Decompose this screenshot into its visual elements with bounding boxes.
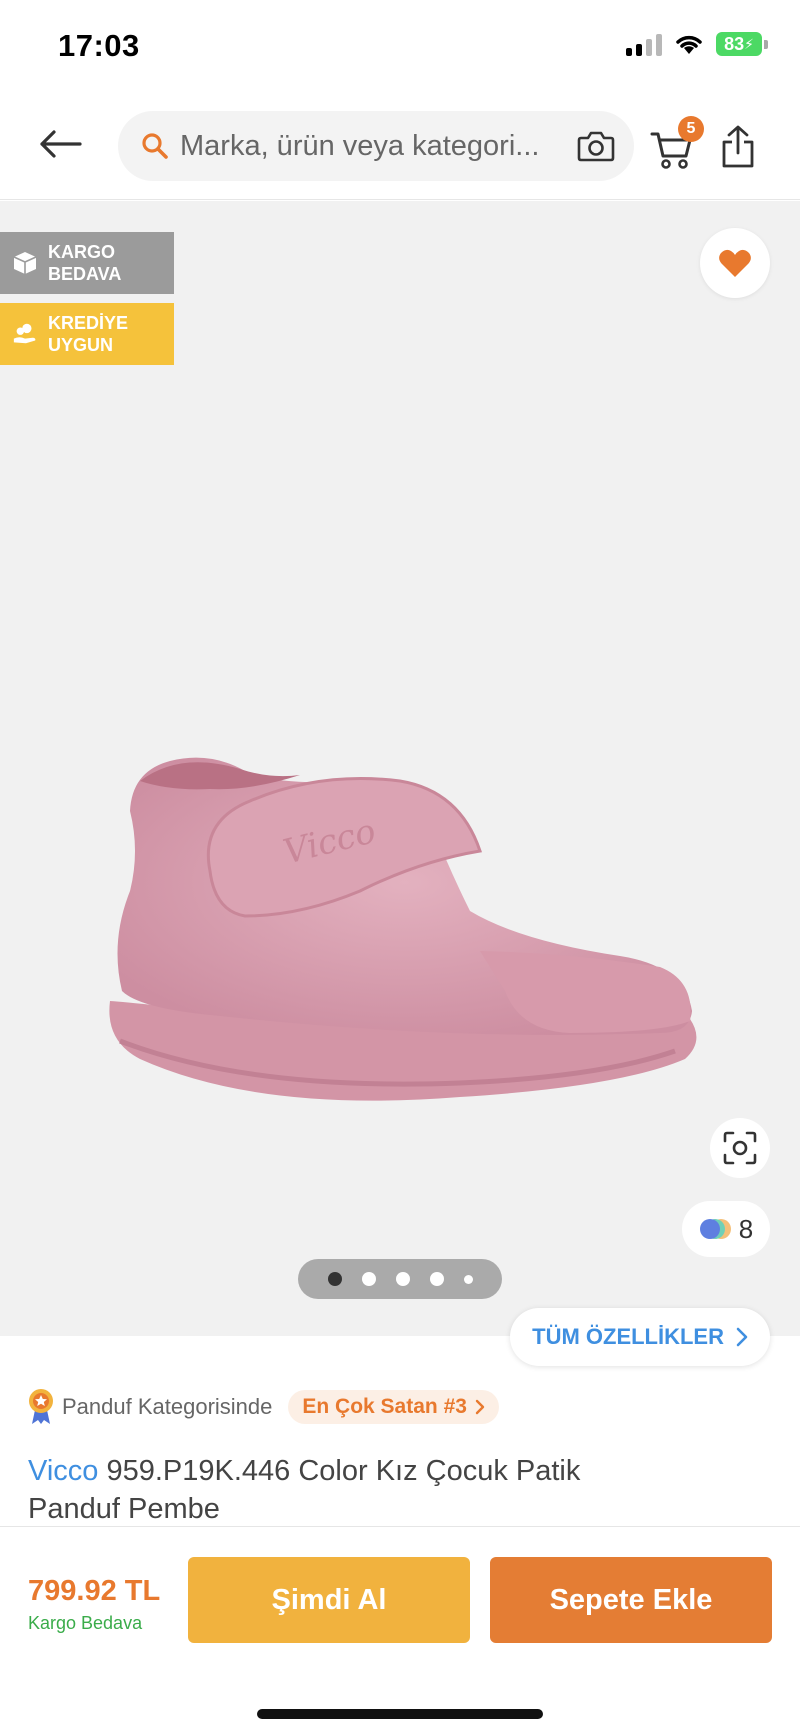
box-icon (12, 250, 38, 276)
battery-icon: 83 ⚡ (716, 32, 768, 56)
image-pager[interactable] (298, 1259, 502, 1299)
chevron-right-icon (475, 1399, 485, 1415)
product-title: Vicco 959.P19K.446 Color Kız Çocuk Patik… (28, 1452, 648, 1528)
wifi-icon (676, 35, 702, 54)
best-seller-label: En Çok Satan #3 (302, 1395, 467, 1418)
pager-dot[interactable] (463, 1274, 473, 1284)
home-indicator (257, 1709, 543, 1719)
cart-count-badge: 5 (678, 116, 704, 142)
pager-dot[interactable] (361, 1272, 376, 1286)
free-shipping-badge: KARGO BEDAVA (0, 232, 174, 294)
visual-search-button[interactable] (710, 1118, 770, 1178)
cart-button[interactable]: 5 (650, 116, 704, 174)
back-button[interactable] (32, 120, 88, 168)
share-icon (722, 125, 754, 168)
arrow-left-icon (40, 130, 82, 158)
pager-dot[interactable] (395, 1272, 410, 1286)
share-button[interactable] (716, 122, 760, 172)
credit-eligible-label: KREDİYE UYGUN (48, 313, 129, 355)
brand-link[interactable]: Vicco (28, 1455, 98, 1487)
status-icons: 83 ⚡ (626, 32, 768, 56)
search-bar[interactable] (118, 111, 634, 181)
heart-icon (719, 249, 751, 277)
color-options-button[interactable]: 8 (682, 1201, 770, 1257)
hand-coin-icon (12, 321, 38, 347)
price: 799.92 TL (28, 1575, 161, 1607)
bottom-action-bar: 799.92 TL Kargo Bedava Şimdi Al Sepete E… (0, 1526, 800, 1731)
color-count: 8 (738, 1213, 754, 1244)
chevron-right-icon (736, 1327, 748, 1347)
favorite-button[interactable] (700, 228, 770, 298)
search-icon (140, 131, 170, 161)
color-swatches-icon (699, 1219, 731, 1239)
pager-dot[interactable] (327, 1272, 342, 1286)
category-rank: Panduf Kategorisinde En Çok Satan #3 (28, 1388, 499, 1426)
all-features-label: TÜM ÖZELLİKLER (532, 1324, 724, 1349)
shipping-info: Kargo Bedava (28, 1613, 143, 1633)
status-bar: 17:03 83 ⚡ (0, 0, 800, 96)
rank-category-label: Panduf Kategorisinde (62, 1394, 273, 1419)
product-gallery[interactable]: KARGO BEDAVA KREDİYE UYGUN Vicco 8 (0, 201, 800, 1336)
camera-search-icon[interactable] (576, 126, 616, 166)
best-seller-link[interactable]: En Çok Satan #3 (288, 1390, 499, 1424)
product-name: 959.P19K.446 Color Kız Çocuk Patik Pandu… (28, 1455, 581, 1525)
scan-icon (723, 1131, 757, 1165)
battery-level: 83 ⚡ (716, 32, 762, 56)
pager-dot[interactable] (429, 1272, 444, 1286)
free-shipping-label: KARGO BEDAVA (48, 242, 122, 284)
search-input[interactable] (180, 129, 576, 163)
header: 5 (0, 96, 800, 200)
buy-now-button[interactable]: Şimdi Al (188, 1557, 470, 1643)
product-image[interactable]: Vicco (100, 741, 710, 1141)
credit-eligible-badge: KREDİYE UYGUN (0, 303, 174, 365)
medal-icon (29, 1389, 53, 1424)
status-time: 17:03 (58, 28, 140, 63)
add-to-cart-button[interactable]: Sepete Ekle (490, 1557, 772, 1643)
signal-icon (626, 32, 662, 56)
all-features-button[interactable]: TÜM ÖZELLİKLER (510, 1308, 770, 1366)
